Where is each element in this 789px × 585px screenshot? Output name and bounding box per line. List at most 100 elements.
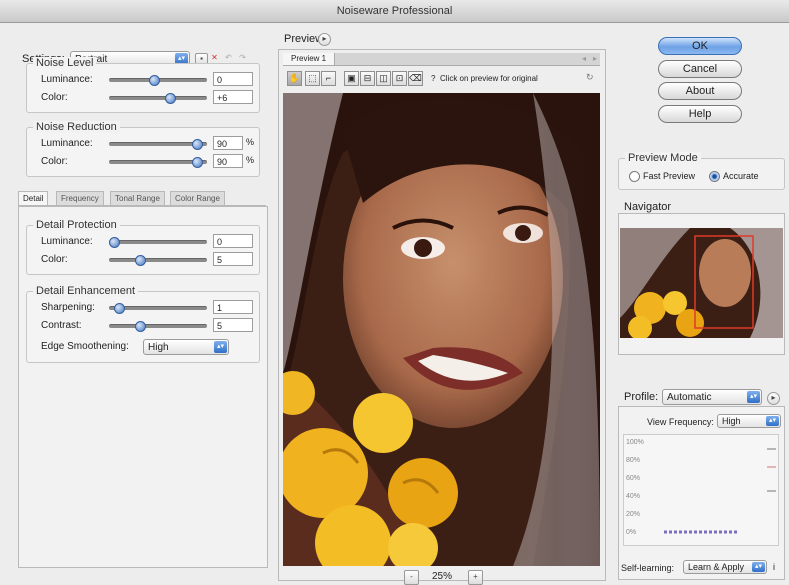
- fast-preview-radio[interactable]: [629, 171, 640, 182]
- chevron-down-icon: ▴▾: [214, 341, 227, 353]
- noise-level-title: Noise Level: [33, 57, 97, 69]
- view-frequency-value: High: [722, 416, 741, 426]
- hand-tool-icon[interactable]: ✋: [287, 71, 302, 86]
- slider-thumb[interactable]: [192, 139, 204, 150]
- navigator-thumbnail[interactable]: [620, 228, 783, 338]
- preview-hint: Click on preview for original: [440, 74, 538, 83]
- detail-protection-title: Detail Protection: [33, 219, 120, 231]
- contrast-label: Contrast:: [41, 320, 82, 331]
- about-button[interactable]: About: [658, 82, 742, 100]
- tab-tonal-range[interactable]: Tonal Range: [110, 191, 165, 205]
- zoom-level: 25%: [432, 571, 453, 582]
- noise-level-luminance-field[interactable]: 0: [213, 72, 253, 86]
- profile-menu-icon[interactable]: ▸: [767, 392, 780, 405]
- sharpening-label: Sharpening:: [41, 302, 95, 313]
- zoom-out-button[interactable]: -: [404, 570, 419, 585]
- slider-thumb[interactable]: [149, 75, 161, 86]
- slider-thumb[interactable]: [192, 157, 204, 168]
- preview-menu-icon[interactable]: ▸: [318, 33, 331, 46]
- chevron-down-icon: ▴▾: [766, 416, 779, 426]
- noise-reduction-luminance-label: Luminance:: [41, 138, 93, 149]
- noise-level-group: Noise Level Luminance: 0 Color: +6: [26, 57, 260, 113]
- detail-luminance-label: Luminance:: [41, 236, 93, 247]
- detail-color-label: Color:: [41, 254, 68, 265]
- contrast-field[interactable]: 5: [213, 318, 253, 332]
- edge-smoothening-label: Edge Smoothening:: [41, 341, 129, 352]
- noise-reduction-title: Noise Reduction: [33, 121, 120, 133]
- noise-reduction-luminance-slider[interactable]: [109, 139, 207, 150]
- new-preview-icon[interactable]: ⊡: [392, 71, 407, 86]
- profile-curve: [664, 448, 776, 534]
- detail-color-field[interactable]: 5: [213, 252, 253, 266]
- edge-smoothening-select[interactable]: High ▴▾: [143, 339, 229, 355]
- slider-thumb[interactable]: [108, 237, 120, 248]
- chevron-down-icon: ▴▾: [747, 391, 760, 403]
- view-frequency-select[interactable]: High ▴▾: [717, 414, 781, 428]
- portrait-photo: [283, 93, 600, 566]
- self-learning-value: Learn & Apply: [688, 562, 745, 572]
- split-horizontal-icon[interactable]: ⊟: [360, 71, 375, 86]
- percent-unit: %: [246, 155, 255, 165]
- zoom-in-button[interactable]: +: [468, 570, 483, 585]
- cancel-button[interactable]: Cancel: [658, 60, 742, 78]
- delete-preview-icon[interactable]: ⌫: [408, 71, 423, 86]
- profile-label: Profile:: [624, 391, 659, 403]
- fast-preview-label: Fast Preview: [643, 171, 696, 181]
- slider-thumb[interactable]: [135, 321, 147, 332]
- noise-reduction-group: Noise Reduction Luminance: 90 % Color: 9…: [26, 121, 260, 177]
- help-button[interactable]: Help: [658, 105, 742, 123]
- sharpening-slider[interactable]: [109, 303, 207, 314]
- profile-graph[interactable]: 100% 80% 60% 40% 20% 0%: [623, 434, 779, 546]
- self-learning-select[interactable]: Learn & Apply ▴▾: [683, 560, 767, 574]
- noise-reduction-color-label: Color:: [41, 156, 68, 167]
- slider-thumb[interactable]: [164, 93, 176, 104]
- chevron-down-icon: ▴▾: [752, 562, 765, 572]
- dialog-body: Settings: Portrait ▴▾ ▪ ✕ ↶ ↷ Noise Leve…: [0, 23, 789, 585]
- contrast-slider[interactable]: [109, 321, 207, 332]
- tab-frequency[interactable]: Frequency: [56, 191, 104, 205]
- navigator-panel: [618, 213, 785, 355]
- split-vertical-icon[interactable]: ◫: [376, 71, 391, 86]
- slider-thumb[interactable]: [113, 303, 125, 314]
- profile-select-value: Automatic: [667, 392, 712, 403]
- detail-luminance-slider[interactable]: [108, 237, 207, 248]
- noise-reduction-luminance-field[interactable]: 90: [213, 136, 243, 150]
- noise-reduction-color-slider[interactable]: [109, 157, 207, 168]
- noise-level-luminance-slider[interactable]: [109, 75, 207, 86]
- sharpening-field[interactable]: 1: [213, 300, 253, 314]
- noise-level-color-field[interactable]: +6: [213, 90, 253, 104]
- preview-mode-group: Preview Mode Fast Preview Accurate: [618, 152, 785, 190]
- single-view-icon[interactable]: ▣: [344, 71, 359, 86]
- detail-enhancement-title: Detail Enhancement: [33, 285, 139, 297]
- info-icon[interactable]: i: [773, 562, 775, 572]
- detail-color-slider[interactable]: [109, 255, 207, 266]
- self-learning-label: Self-learning:: [621, 563, 675, 573]
- accurate-label: Accurate: [723, 171, 759, 181]
- refresh-icon[interactable]: ↻: [586, 72, 594, 83]
- tab-detail[interactable]: Detail: [18, 191, 49, 205]
- slider-thumb[interactable]: [135, 255, 147, 266]
- detail-luminance-field[interactable]: 0: [213, 234, 253, 248]
- tab-scroll-left-icon[interactable]: ◂: [582, 54, 586, 63]
- preview-image[interactable]: [283, 93, 600, 566]
- edge-smoothening-value: High: [148, 342, 169, 353]
- window-title: Noiseware Professional: [0, 0, 789, 23]
- percent-unit: %: [246, 137, 255, 147]
- tab-scroll-right-icon[interactable]: ▸: [593, 54, 597, 63]
- navigator-title: Navigator: [624, 201, 672, 213]
- detail-protection-group: Detail Protection Luminance: 0 Color: 5: [26, 219, 260, 275]
- marquee-tool-icon[interactable]: ⬚: [305, 71, 320, 86]
- sample-tool-icon[interactable]: ⌐: [321, 71, 336, 86]
- profile-select[interactable]: Automatic ▴▾: [662, 389, 762, 405]
- accurate-radio[interactable]: [709, 171, 720, 182]
- noise-level-color-slider[interactable]: [109, 93, 207, 104]
- tab-preview-1[interactable]: Preview 1: [283, 53, 336, 65]
- ok-button[interactable]: OK: [658, 37, 742, 55]
- noise-level-color-label: Color:: [41, 92, 68, 103]
- profile-panel: View Frequency: High ▴▾ 100% 80% 60% 40%…: [618, 406, 785, 580]
- tab-color-range[interactable]: Color Range: [170, 191, 225, 205]
- noise-level-luminance-label: Luminance:: [41, 74, 93, 85]
- noise-reduction-color-field[interactable]: 90: [213, 154, 243, 168]
- question-icon: ?: [431, 74, 436, 83]
- view-frequency-label: View Frequency:: [647, 417, 714, 427]
